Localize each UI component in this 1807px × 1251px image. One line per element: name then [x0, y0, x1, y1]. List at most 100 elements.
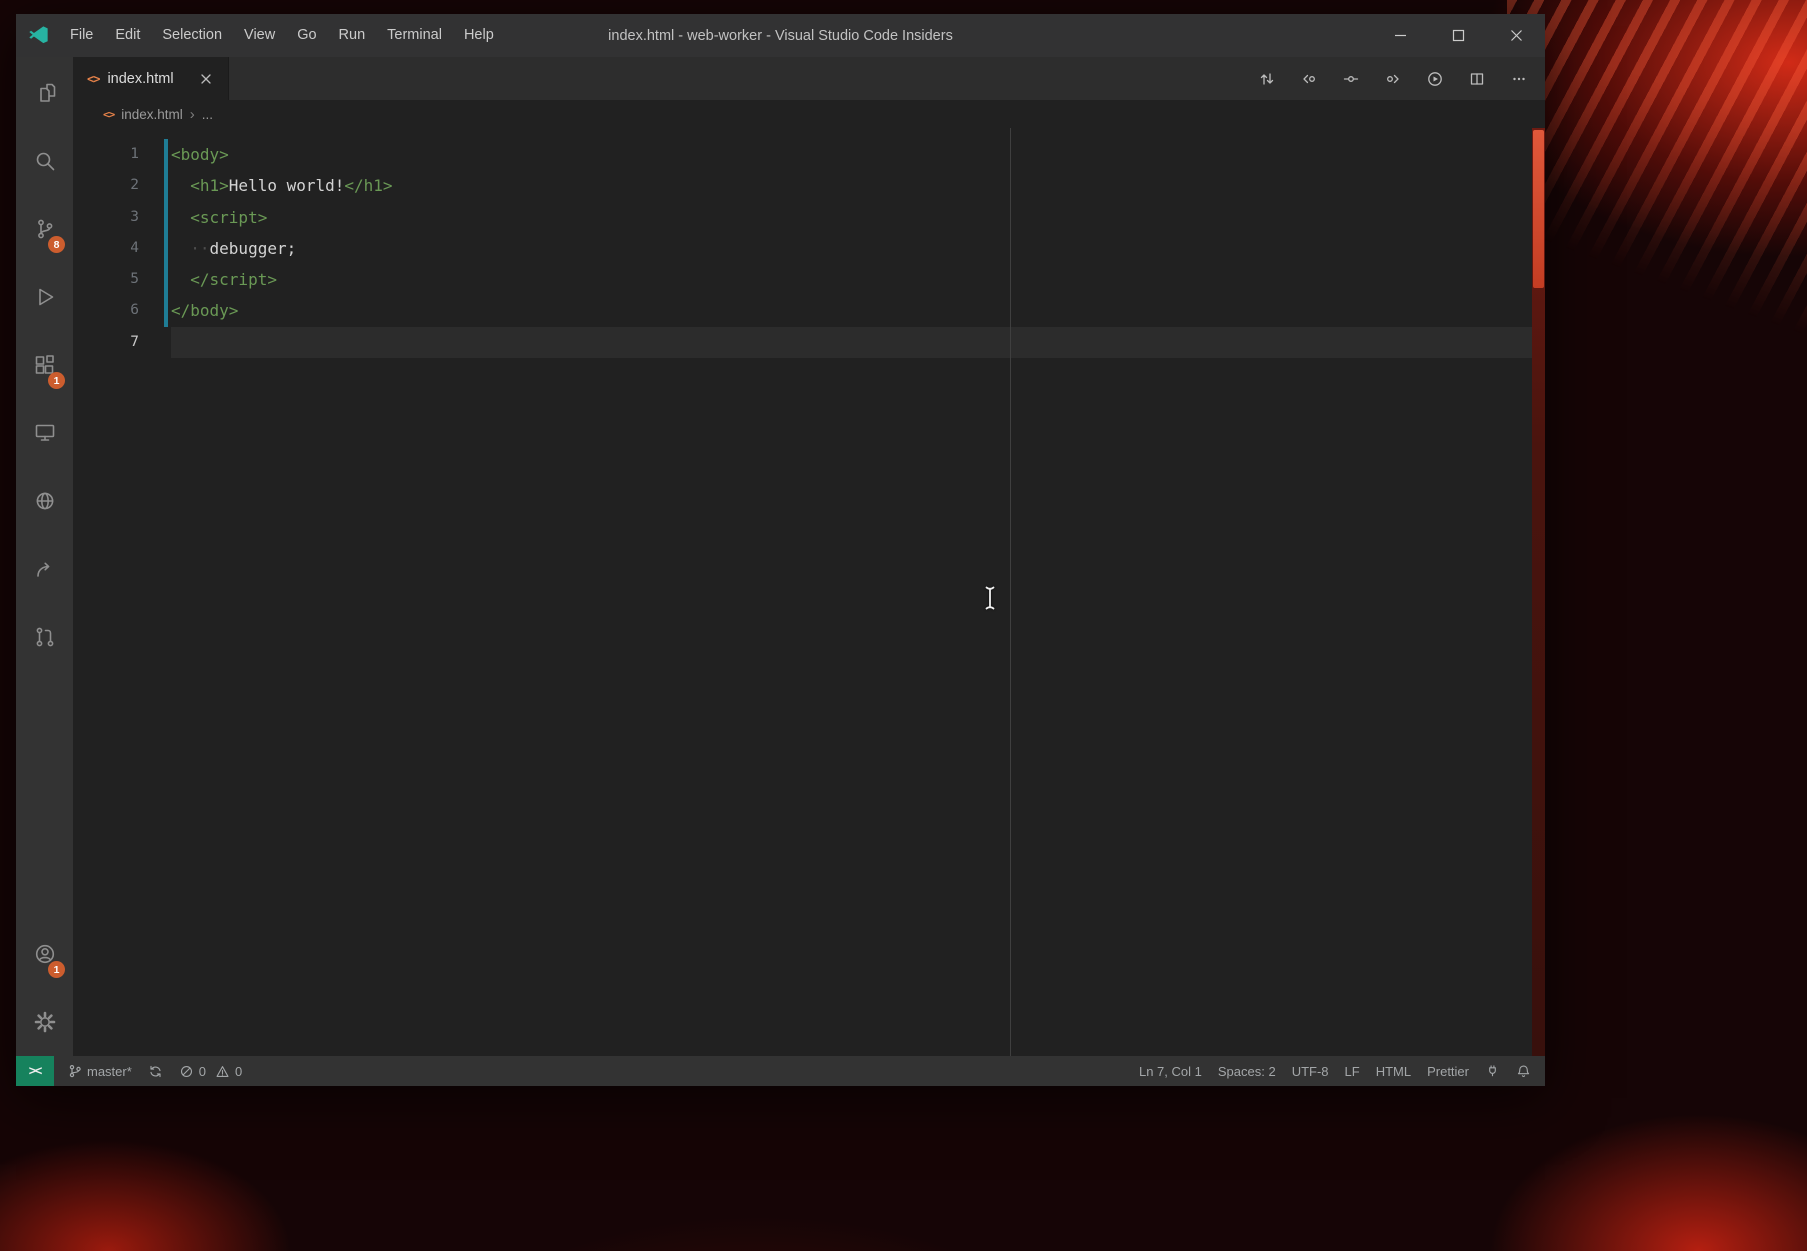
- chevron-right-icon: ›: [190, 106, 195, 123]
- activity-settings[interactable]: [16, 988, 73, 1056]
- activity-bar: 8 1: [16, 57, 73, 1056]
- warning-count: 0: [235, 1064, 242, 1079]
- language-indicator[interactable]: HTML: [1368, 1056, 1419, 1086]
- menu-terminal[interactable]: Terminal: [376, 14, 453, 57]
- code-line[interactable]: 3 <script>: [73, 202, 1545, 233]
- git-modified-gutter[interactable]: [164, 202, 168, 233]
- code-line[interactable]: 6</body>: [73, 295, 1545, 326]
- error-count: 0: [199, 1064, 206, 1079]
- code-line-text: <script>: [171, 202, 267, 233]
- ports-button[interactable]: [1477, 1056, 1508, 1086]
- line-number[interactable]: 1: [73, 139, 139, 170]
- accounts-badge: 1: [48, 961, 65, 978]
- activity-globe[interactable]: [16, 467, 73, 535]
- code-line[interactable]: 1 <body>: [73, 139, 1545, 170]
- scrollbar-thumb[interactable]: [1533, 130, 1544, 288]
- menu-bar: File Edit Selection View Go Run Terminal…: [59, 14, 505, 57]
- eol-indicator[interactable]: LF: [1337, 1056, 1368, 1086]
- more-actions-icon: [1511, 71, 1527, 87]
- line-col-label: Ln 7, Col 1: [1139, 1064, 1202, 1079]
- maximize-button[interactable]: [1429, 14, 1487, 57]
- previous-change-button[interactable]: [1288, 57, 1330, 100]
- breadcrumb-file[interactable]: index.html: [121, 107, 183, 122]
- activity-explorer[interactable]: [16, 59, 73, 127]
- html-file-icon: <>: [87, 72, 99, 86]
- line-number[interactable]: 6: [73, 295, 139, 326]
- sync-button[interactable]: [140, 1056, 171, 1086]
- activity-github-pull-requests[interactable]: [16, 603, 73, 671]
- git-modified-gutter[interactable]: [164, 233, 168, 264]
- vscode-insiders-logo: [28, 24, 51, 47]
- git-modified-gutter[interactable]: [164, 170, 168, 201]
- encoding-indicator[interactable]: UTF-8: [1284, 1056, 1337, 1086]
- git-modified-gutter[interactable]: [164, 295, 168, 326]
- close-button[interactable]: [1487, 14, 1545, 57]
- activity-remote-explorer[interactable]: [16, 399, 73, 467]
- breadcrumb: <> index.html › ...: [73, 100, 1545, 128]
- line-number[interactable]: 7: [73, 327, 139, 358]
- formatter-indicator[interactable]: Prettier: [1419, 1056, 1477, 1086]
- menu-edit[interactable]: Edit: [104, 14, 151, 57]
- run-debug-icon: [33, 285, 57, 309]
- line-number[interactable]: 3: [73, 202, 139, 233]
- minimap-scrollbar[interactable]: [1532, 128, 1545, 1056]
- code-line[interactable]: 2 <h1>Hello world!</h1>: [73, 170, 1545, 201]
- minimize-button[interactable]: [1371, 14, 1429, 57]
- line-col-indicator[interactable]: Ln 7, Col 1: [1131, 1056, 1210, 1086]
- previous-change-icon: [1301, 71, 1317, 87]
- menu-selection[interactable]: Selection: [151, 14, 233, 57]
- language-label: HTML: [1376, 1064, 1411, 1079]
- activity-live-share[interactable]: [16, 535, 73, 603]
- menu-file[interactable]: File: [59, 14, 104, 57]
- code-line-text: </script>: [171, 264, 277, 295]
- code-line[interactable]: 5 </script>: [73, 264, 1545, 295]
- problems-indicator[interactable]: 0 0: [171, 1056, 250, 1086]
- next-change-icon: [1385, 71, 1401, 87]
- current-change-button[interactable]: [1330, 57, 1372, 100]
- menu-go[interactable]: Go: [286, 14, 327, 57]
- code-line[interactable]: 7: [73, 327, 1545, 358]
- breadcrumb-symbol[interactable]: ...: [202, 107, 213, 122]
- activity-search[interactable]: [16, 127, 73, 195]
- settings-gear-icon: [33, 1010, 57, 1034]
- minimize-icon: [1394, 29, 1407, 42]
- compare-changes-button[interactable]: [1246, 57, 1288, 100]
- extensions-badge: 1: [48, 372, 65, 389]
- code-line-text: <body>: [171, 139, 229, 170]
- activity-extensions[interactable]: 1: [16, 331, 73, 399]
- encoding-label: UTF-8: [1292, 1064, 1329, 1079]
- warning-icon: [215, 1064, 230, 1079]
- menu-run[interactable]: Run: [328, 14, 377, 57]
- run-button[interactable]: [1414, 57, 1456, 100]
- code-line-text: <h1>Hello world!</h1>: [171, 170, 393, 201]
- activity-run-debug[interactable]: [16, 263, 73, 331]
- code-line[interactable]: 4 ··debugger;: [73, 233, 1545, 264]
- activity-source-control[interactable]: 8: [16, 195, 73, 263]
- plug-icon: [1485, 1064, 1500, 1079]
- line-number[interactable]: 2: [73, 170, 139, 201]
- close-icon: [1510, 29, 1523, 42]
- line-number[interactable]: 5: [73, 264, 139, 295]
- status-bar-right: Ln 7, Col 1 Spaces: 2 UTF-8 LF HTML Pret…: [1131, 1056, 1545, 1086]
- branch-indicator[interactable]: master*: [60, 1056, 140, 1086]
- menu-view[interactable]: View: [233, 14, 286, 57]
- git-modified-gutter[interactable]: [164, 264, 168, 295]
- activity-accounts[interactable]: 1: [16, 920, 73, 988]
- remote-indicator[interactable]: ><: [16, 1056, 54, 1086]
- editor-group: <> index.html: [73, 57, 1545, 1056]
- title-bar: File Edit Selection View Go Run Terminal…: [16, 14, 1545, 57]
- git-modified-gutter[interactable]: [164, 139, 168, 170]
- tab-index-html[interactable]: <> index.html: [73, 57, 229, 100]
- more-actions-button[interactable]: [1498, 57, 1540, 100]
- split-editor-button[interactable]: [1456, 57, 1498, 100]
- run-circle-icon: [1427, 71, 1443, 87]
- code-line-text: ··debugger;: [171, 233, 296, 264]
- indentation-indicator[interactable]: Spaces: 2: [1210, 1056, 1284, 1086]
- tab-close-button[interactable]: [196, 69, 216, 89]
- code-editor[interactable]: 1<body>2 <h1>Hello world!</h1>3 <script>…: [73, 128, 1545, 1056]
- status-bar: >< master* 0 0 Ln 7, Col 1 Spaces: [16, 1056, 1545, 1086]
- next-change-button[interactable]: [1372, 57, 1414, 100]
- menu-help[interactable]: Help: [453, 14, 505, 57]
- notifications-button[interactable]: [1508, 1056, 1539, 1086]
- line-number[interactable]: 4: [73, 233, 139, 264]
